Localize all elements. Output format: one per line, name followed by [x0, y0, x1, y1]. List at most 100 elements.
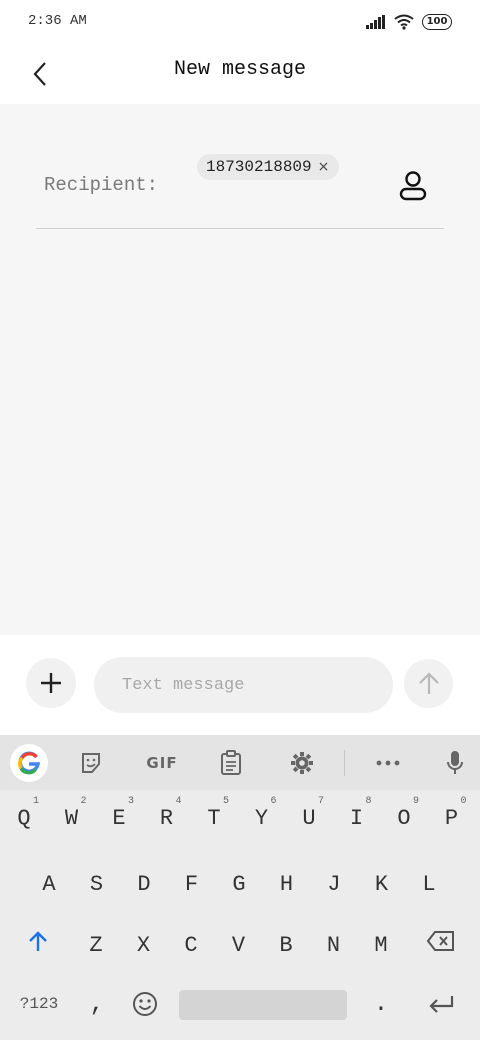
key-t[interactable]: T5 [191, 790, 237, 846]
keyboard-toolbar: GIF [0, 735, 480, 790]
period-key[interactable]: . [358, 978, 404, 1030]
key-y[interactable]: Y6 [239, 790, 285, 846]
key-a[interactable]: A [26, 856, 72, 912]
key-h[interactable]: H [264, 856, 310, 912]
key-label: V [231, 932, 246, 958]
key-label: P [444, 805, 459, 831]
key-u[interactable]: U7 [286, 790, 332, 846]
key-label: W [64, 805, 79, 831]
person-icon [399, 171, 427, 201]
recipient-divider [36, 228, 444, 229]
key-e[interactable]: E3 [96, 790, 142, 846]
more-icon [376, 760, 400, 766]
key-label: D [137, 871, 151, 897]
attach-button[interactable] [26, 658, 76, 708]
key-j[interactable]: J [311, 856, 357, 912]
key-label: H [279, 871, 294, 897]
key-l[interactable]: L [406, 856, 452, 912]
key-f[interactable]: F [169, 856, 215, 912]
key-hint: 0 [460, 796, 467, 807]
key-hint: 4 [175, 796, 182, 807]
symbols-key[interactable]: ?123 [10, 978, 68, 1030]
page-title: New message [173, 58, 307, 81]
key-p[interactable]: P0 [429, 790, 475, 846]
recipient-label: Recipient: [44, 174, 159, 196]
key-w[interactable]: W2 [49, 790, 95, 846]
sticker-button[interactable] [73, 745, 109, 781]
key-label: R [159, 805, 174, 831]
key-label: I [349, 805, 364, 831]
send-arrow-icon [418, 671, 439, 694]
key-label: N [326, 932, 341, 958]
message-input[interactable] [94, 657, 393, 713]
key-hint: 1 [32, 796, 39, 807]
key-z[interactable]: Z [73, 917, 119, 973]
gif-label: GIF [146, 754, 178, 772]
key-i[interactable]: I8 [334, 790, 380, 846]
key-b[interactable]: B [263, 917, 309, 973]
chip-remove-icon[interactable]: × [318, 159, 330, 175]
gear-icon [291, 752, 313, 774]
recipient-chip[interactable]: 18730218809 × [197, 154, 340, 180]
settings-button[interactable] [284, 745, 320, 781]
microphone-icon [447, 751, 463, 774]
google-icon [18, 751, 41, 775]
send-button[interactable] [404, 659, 453, 708]
key-n[interactable]: N [311, 917, 357, 973]
key-label: M [374, 932, 388, 958]
status-icons: 100 [366, 12, 452, 32]
key-k[interactable]: K [359, 856, 405, 912]
key-label: X [136, 932, 151, 958]
key-label: F [184, 871, 199, 897]
battery-icon: 100 [422, 14, 452, 30]
key-s[interactable]: S [74, 856, 120, 912]
key-q[interactable]: Q1 [1, 790, 47, 846]
google-button[interactable] [10, 744, 48, 782]
backspace-key[interactable] [418, 913, 464, 969]
key-hint: 9 [412, 796, 419, 807]
key-hint: 8 [365, 796, 372, 807]
key-d[interactable]: D [121, 856, 167, 912]
status-time: 2:36 AM [28, 13, 87, 29]
emoji-key[interactable] [122, 978, 168, 1030]
key-g[interactable]: G [216, 856, 262, 912]
more-options-button[interactable] [370, 745, 406, 781]
signal-icon [366, 15, 385, 29]
add-contact-button[interactable] [393, 166, 433, 206]
key-label: Y [254, 805, 269, 831]
voice-input-button[interactable] [437, 745, 473, 781]
keyboard: G I F Q 1 W 2 E 3 R 4 T 5 Y 6 U 7 I 8 O 9 … [0, 735, 480, 1040]
key-label: E [112, 805, 126, 831]
enter-icon [429, 996, 454, 1013]
key-hint: 5 [222, 796, 229, 807]
key-hint: 7 [317, 796, 324, 807]
key-label: Q [17, 805, 31, 831]
key-label: J [327, 871, 341, 897]
key-label: C [184, 932, 198, 958]
key-hint: 6 [270, 796, 277, 807]
key-label: G [232, 871, 246, 897]
sticker-icon [82, 753, 100, 773]
recipient-chip-number: 18730218809 [206, 158, 312, 176]
clipboard-icon [221, 750, 241, 775]
shift-arrow-icon [29, 931, 47, 951]
clipboard-button[interactable] [213, 745, 249, 781]
comma-key[interactable]: , [74, 978, 120, 1030]
plus-icon [41, 673, 61, 693]
key-r[interactable]: R4 [144, 790, 190, 846]
wifi-icon [394, 14, 414, 30]
enter-key[interactable] [418, 978, 464, 1030]
key-label: O [397, 805, 411, 831]
key-c[interactable]: C [168, 917, 214, 973]
space-key[interactable] [179, 990, 347, 1020]
key-label: S [89, 871, 104, 897]
toolbar-separator [344, 750, 345, 776]
key-label: K [374, 871, 389, 897]
shift-key[interactable] [15, 913, 61, 969]
key-o[interactable]: O9 [381, 790, 427, 846]
key-m[interactable]: M [358, 917, 404, 973]
gif-button[interactable]: GIF [143, 745, 181, 781]
key-label: U [302, 805, 316, 831]
key-x[interactable]: X [121, 917, 167, 973]
key-v[interactable]: V [216, 917, 262, 973]
